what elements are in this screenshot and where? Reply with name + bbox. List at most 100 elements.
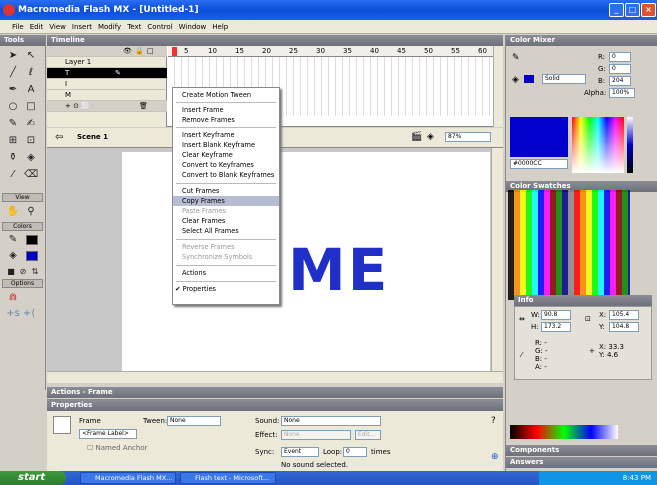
stroke-color-swatch[interactable] [26,235,38,245]
start-button[interactable]: start [0,471,66,485]
named-anchor-checkbox[interactable]: ☐ Named Anchor [87,444,148,452]
line-tool-icon[interactable]: ╱ [6,66,20,80]
minimize-button[interactable]: _ [609,3,624,17]
magnet-option-icon[interactable]: ⋒ [6,291,20,305]
stage-hscroll[interactable] [47,371,503,383]
menu-item-convert-to-blank-keyframes[interactable]: Convert to Blank Keyframes [173,170,279,180]
maximize-button[interactable]: □ [625,3,640,17]
expand-icon[interactable]: ⊕ [491,452,499,462]
pencil-tool-icon[interactable]: ✎ [6,117,20,131]
x-input[interactable]: 105.4 [609,310,639,320]
sound-select[interactable]: None [281,416,381,426]
timeline-vscroll[interactable] [493,46,503,127]
swatch-grid[interactable] [508,190,630,300]
help-icon[interactable]: ? [491,416,496,426]
g-input[interactable]: 0 [609,64,631,74]
menu-insert[interactable]: Insert [69,20,95,34]
brightness-slider[interactable] [627,117,633,173]
layer-row-1[interactable]: Layer 1 [47,57,167,68]
lasso-tool-icon[interactable]: ℓ [24,66,38,80]
taskbar-item-word[interactable]: Flash text - Microsoft... [180,472,276,484]
menu-item-insert-frame[interactable]: Insert Frame [173,105,279,115]
menu-item-remove-frames[interactable]: Remove Frames [173,115,279,125]
paint-bucket-tool-icon[interactable]: ◈ [24,151,38,165]
menu-item-cut-frames[interactable]: Cut Frames [173,186,279,196]
answers-header[interactable]: Answers [506,457,657,468]
alpha-input[interactable]: 100% [609,88,635,98]
menu-item-actions[interactable]: Actions [173,268,279,278]
timeline-ruler[interactable]: 5 10 15 20 25 30 35 40 45 50 55 60 [168,46,493,57]
fill-transform-tool-icon[interactable]: ⊡ [24,134,38,148]
layer-row-m[interactable]: M [47,90,167,101]
smooth-option-icon[interactable]: +s [6,307,20,321]
edit-scene-icon[interactable]: 🎬 [411,132,422,142]
oval-tool-icon[interactable]: ○ [6,100,20,114]
timeline-header[interactable]: Timeline [47,35,503,46]
menu-control[interactable]: Control [144,20,175,34]
zoom-select[interactable]: 87% [445,132,491,142]
fill-swatch[interactable] [524,75,534,83]
actions-panel-header[interactable]: Actions - Frame [47,387,503,398]
hand-tool-icon[interactable]: ✋ [6,205,20,219]
pen-tool-icon[interactable]: ✒ [6,83,20,97]
w-input[interactable]: 90.8 [541,310,571,320]
stage-text-object[interactable]: ME [288,236,389,304]
menu-item-properties[interactable]: ✔ Properties [173,284,279,294]
menu-item-select-all-frames[interactable]: Select All Frames [173,226,279,236]
color-mixer-header[interactable]: Color Mixer [506,35,657,46]
menu-item-create-motion-tween[interactable]: Create Motion Tween [173,90,279,100]
gradient-swatches[interactable] [510,425,618,439]
loop-input[interactable]: 0 [343,447,367,457]
eyedropper-tool-icon[interactable]: ⁄ [6,168,20,182]
sync-select[interactable]: Event [281,447,319,457]
menu-edit[interactable]: Edit [27,20,47,34]
swap-colors-icon[interactable]: ⇅ [28,265,42,279]
menu-item-convert-to-keyframes[interactable]: Convert to Keyframes [173,160,279,170]
rectangle-tool-icon[interactable]: □ [24,100,38,114]
stage-vscroll[interactable] [491,148,503,371]
transform-tool-icon[interactable]: ⊞ [6,134,20,148]
r-input[interactable]: 0 [609,52,631,62]
b-input[interactable]: 204 [609,76,631,86]
fill-type-select[interactable]: Solid [542,74,586,84]
eraser-tool-icon[interactable]: ⌫ [24,168,38,182]
back-arrow-icon[interactable]: ⇦ [55,132,63,143]
menu-help[interactable]: Help [209,20,231,34]
straighten-option-icon[interactable]: +⟨ [22,307,36,321]
menu-view[interactable]: View [46,20,69,34]
close-button[interactable]: × [641,3,656,17]
subselect-tool-icon[interactable]: ↖ [24,49,38,63]
fill-icon[interactable]: ◈ [512,75,519,85]
menu-item-insert-blank-keyframe[interactable]: Insert Blank Keyframe [173,140,279,150]
stroke-color-icon[interactable]: ✎ [6,233,20,247]
zoom-tool-icon[interactable]: ⚲ [24,205,38,219]
menu-item-insert-keyframe[interactable]: Insert Keyframe [173,130,279,140]
layer-row-i[interactable]: I [47,79,167,90]
menu-item-clear-frames[interactable]: Clear Frames [173,216,279,226]
h-input[interactable]: 173.2 [541,322,571,332]
layer-buttons[interactable]: + ⊙ ⬜ 🗑 [47,101,167,112]
hex-input[interactable]: #0000CC [510,159,568,169]
info-header[interactable]: Info [514,295,652,306]
playhead-marker[interactable] [172,47,177,56]
y-input[interactable]: 104.8 [609,322,639,332]
menu-window[interactable]: Window [176,20,210,34]
arrow-tool-icon[interactable]: ➤ [6,49,20,63]
menu-item-clear-keyframe[interactable]: Clear Keyframe [173,150,279,160]
taskbar-item-flash[interactable]: Macromedia Flash MX... [80,472,176,484]
edit-symbol-icon[interactable]: ◈ [427,132,434,142]
color-spectrum[interactable] [572,117,624,173]
menu-text[interactable]: Text [124,20,144,34]
fill-color-icon[interactable]: ◈ [6,249,20,263]
fill-color-swatch[interactable] [26,251,38,261]
menu-item-copy-frames[interactable]: Copy Frames [173,196,279,206]
ink-bottle-tool-icon[interactable]: ⚱ [6,151,20,165]
tween-select[interactable]: None [167,416,221,426]
menu-file[interactable]: File [0,20,27,34]
frame-label-input[interactable]: <Frame Label> [79,429,137,439]
layer-row-t[interactable]: T ✎ [47,68,167,79]
menu-modify[interactable]: Modify [95,20,124,34]
text-tool-icon[interactable]: A [24,83,38,97]
brush-tool-icon[interactable]: ✍ [24,117,38,131]
properties-header[interactable]: Properties [47,400,503,411]
